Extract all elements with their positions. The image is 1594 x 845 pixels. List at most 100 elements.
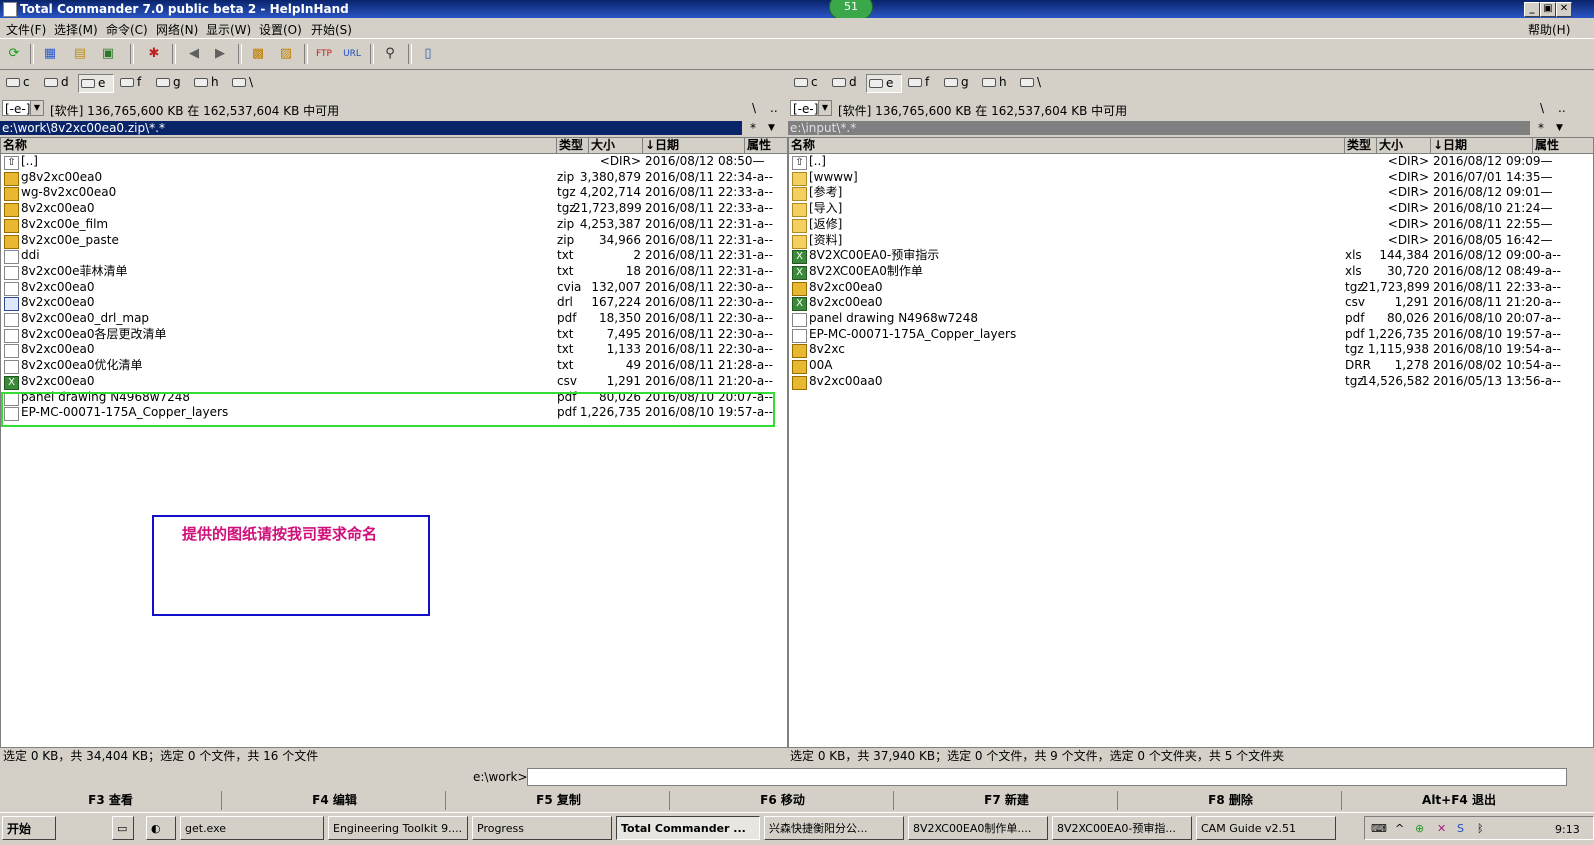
- left-file-list[interactable]: 名称 类型 大小 ↓日期 属性 ⇧ [..] <DIR> 2016/08/12 08:…: [0, 137, 788, 748]
- right-up-button[interactable]: ..: [1558, 101, 1566, 115]
- command-input[interactable]: [527, 768, 1567, 786]
- drive-h-button[interactable]: h: [980, 74, 1007, 91]
- file-row[interactable]: wg-8v2xc00ea0 tgz 4,202,714 2016/08/11 22:3…: [1, 185, 787, 202]
- right-history-star[interactable]: *: [1538, 121, 1544, 135]
- file-row[interactable]: 00A DRR 1,278 2016/08/02 10:54-a--: [789, 358, 1593, 375]
- column-name[interactable]: 名称: [1, 138, 557, 153]
- notification-badge[interactable]: 51: [829, 0, 873, 20]
- drive-g-button[interactable]: g: [154, 74, 181, 91]
- f3-view-button[interactable]: F3 查看: [0, 791, 222, 810]
- drive-c-button[interactable]: c: [792, 74, 818, 91]
- file-row[interactable]: g8v2xc00ea0 zip 3,380,879 2016/08/11 22:34-…: [1, 170, 787, 186]
- menu-select[interactable]: 选择(M): [54, 21, 98, 38]
- taskbar-item[interactable]: get.exe: [180, 816, 324, 840]
- tray-x-icon[interactable]: ✕: [1437, 822, 1446, 835]
- right-file-list[interactable]: 名称 类型 大小 ↓日期 属性 ⇧ [..] <DIR> 2016/08/12 09:…: [788, 137, 1594, 748]
- url-icon[interactable]: URL: [342, 44, 362, 64]
- network-drive-button[interactable]: \: [230, 74, 253, 91]
- file-row[interactable]: 8v2xc00e_paste zip 34,966 2016/08/11 22:31-…: [1, 233, 787, 249]
- notepad-icon[interactable]: ▯: [418, 44, 438, 64]
- close-button[interactable]: ✕: [1556, 2, 1572, 17]
- f4-edit-button[interactable]: F4 编辑: [224, 791, 446, 810]
- left-drive-combo[interactable]: [-e-] ▼: [2, 100, 44, 116]
- column-type[interactable]: 类型: [1345, 138, 1377, 153]
- file-row[interactable]: panel drawing N4968w7248 pdf 80,026 2016/08…: [789, 311, 1593, 327]
- column-size[interactable]: 大小: [1377, 138, 1431, 153]
- pack-files-icon[interactable]: ▩: [248, 44, 268, 64]
- left-history-chevron-icon[interactable]: ▼: [768, 121, 775, 135]
- file-row[interactable]: [wwww] <DIR> 2016/07/01 14:35—: [789, 170, 1593, 186]
- file-row[interactable]: ddi txt 2 2016/08/11 22:31-a--: [1, 248, 787, 265]
- chevron-down-icon[interactable]: ▼: [818, 101, 831, 115]
- drive-d-button[interactable]: d: [830, 74, 857, 91]
- file-row[interactable]: 8v2xc00ea0 tgz 21,723,899 2016/08/11 22:33-…: [1, 201, 787, 218]
- menu-help[interactable]: 帮助(H): [1528, 21, 1570, 38]
- start-button[interactable]: 开始: [2, 816, 56, 840]
- file-row[interactable]: ⇧ [..] <DIR> 2016/08/12 09:09—: [789, 154, 1593, 170]
- quicklaunch-browser-icon[interactable]: ◐: [146, 816, 176, 840]
- file-row[interactable]: 8v2xc00ea0 txt 1,133 2016/08/11 22:30-a--: [1, 342, 787, 359]
- menu-commands[interactable]: 命令(C): [106, 21, 148, 38]
- full-view-icon[interactable]: ▤: [70, 44, 90, 64]
- column-attr[interactable]: 属性: [745, 138, 787, 153]
- taskbar-item[interactable]: 8V2XC00EA0-预审指...: [1052, 816, 1192, 840]
- file-row[interactable]: 8v2xc tgz 1,115,938 2016/08/10 19:54-a--: [789, 342, 1593, 359]
- file-row[interactable]: 8v2xc00ea0 cvia 132,007 2016/08/11 22:30-a-…: [1, 280, 787, 296]
- thumbnail-view-icon[interactable]: ▣: [98, 44, 118, 64]
- left-root-button[interactable]: \: [752, 101, 756, 115]
- tray-s-icon[interactable]: S: [1457, 822, 1464, 835]
- file-row[interactable]: ⇧ [..] <DIR> 2016/08/12 08:50—: [1, 154, 787, 170]
- file-row[interactable]: 8v2xc00ea0各层更改清单 txt 7,495 2016/08/11 22:30…: [1, 327, 787, 343]
- f6-move-button[interactable]: F6 移动: [672, 791, 894, 810]
- f8-delete-button[interactable]: F8 删除: [1120, 791, 1342, 810]
- left-up-button[interactable]: ..: [770, 101, 778, 115]
- left-history-star[interactable]: *: [750, 121, 756, 135]
- column-date[interactable]: ↓日期: [643, 138, 745, 153]
- column-type[interactable]: 类型: [557, 138, 589, 153]
- drive-g-button[interactable]: g: [942, 74, 969, 91]
- file-row[interactable]: 8v2xc00e_film zip 4,253,387 2016/08/11 22:3…: [1, 217, 787, 233]
- minimize-button[interactable]: _: [1524, 2, 1540, 17]
- tray-bluetooth-icon[interactable]: ᛒ: [1477, 822, 1484, 835]
- file-row[interactable]: 8v2xc00aa0 tgz 14,526,582 2016/05/13 13:56-…: [789, 374, 1593, 390]
- menu-start[interactable]: 开始(S): [311, 21, 352, 38]
- tray-expand-icon[interactable]: ^: [1395, 822, 1404, 835]
- file-row[interactable]: X 8V2XC00EA0-预审指示 xls 144,384 2016/08/12 09:…: [789, 248, 1593, 265]
- alt-f4-exit-button[interactable]: Alt+F4 退出: [1348, 791, 1570, 810]
- brief-view-icon[interactable]: ▦: [40, 44, 60, 64]
- ftp-icon[interactable]: FTP: [314, 44, 334, 64]
- taskbar-item[interactable]: 8V2XC00EA0制作单....: [908, 816, 1048, 840]
- drive-e-button[interactable]: e: [78, 74, 114, 93]
- drive-f-button[interactable]: f: [118, 74, 141, 91]
- file-row[interactable]: X 8V2XC00EA0制作单 xls 30,720 2016/08/12 08:49-…: [789, 264, 1593, 280]
- file-row[interactable]: [返修] <DIR> 2016/08/11 22:55—: [789, 217, 1593, 233]
- left-path-bar[interactable]: e:\work\8v2xc00ea0.zip\*.*: [0, 121, 742, 135]
- refresh-icon[interactable]: ⟳: [4, 44, 24, 64]
- column-name[interactable]: 名称: [789, 138, 1345, 153]
- file-row[interactable]: [导入] <DIR> 2016/08/10 21:24—: [789, 201, 1593, 218]
- file-row[interactable]: 8v2xc00e菲林清单 txt 18 2016/08/11 22:31-a--: [1, 264, 787, 280]
- taskbar-item-active[interactable]: Total Commander ...: [616, 816, 760, 840]
- file-row[interactable]: X 8v2xc00ea0 csv 1,291 2016/08/11 21:20-a--: [789, 295, 1593, 312]
- chevron-down-icon[interactable]: ▼: [30, 101, 43, 115]
- file-row[interactable]: 8v2xc00ea0 drl 167,224 2016/08/11 22:30-a--: [1, 295, 787, 312]
- file-row[interactable]: 8v2xc00ea0优化清单 txt 49 2016/08/11 21:28-a--: [1, 358, 787, 375]
- drive-h-button[interactable]: h: [192, 74, 219, 91]
- column-attr[interactable]: 属性: [1533, 138, 1593, 153]
- column-size[interactable]: 大小: [589, 138, 643, 153]
- keyboard-icon[interactable]: ⌨: [1371, 822, 1387, 835]
- file-row[interactable]: 8v2xc00ea0 tgz 21,723,899 2016/08/11 22:33-…: [789, 280, 1593, 296]
- right-history-chevron-icon[interactable]: ▼: [1556, 121, 1563, 135]
- file-row[interactable]: EP-MC-00071-175A_Copper_layers pdf 1,226,7…: [789, 327, 1593, 343]
- unpack-files-icon[interactable]: ▨: [276, 44, 296, 64]
- right-drive-combo[interactable]: [-e-] ▼: [790, 100, 832, 116]
- f7-new-folder-button[interactable]: F7 新建: [896, 791, 1118, 810]
- column-date[interactable]: ↓日期: [1431, 138, 1533, 153]
- menu-settings[interactable]: 设置(O): [259, 21, 302, 38]
- file-row[interactable]: X 8v2xc00ea0 csv 1,291 2016/08/11 21:20-a--: [1, 374, 787, 390]
- menu-network[interactable]: 网络(N): [156, 21, 198, 38]
- f5-copy-button[interactable]: F5 复制: [448, 791, 670, 810]
- taskbar-item[interactable]: Progress: [472, 816, 612, 840]
- menu-show[interactable]: 显示(W): [206, 21, 251, 38]
- right-path-bar[interactable]: e:\input\*.*: [788, 121, 1530, 135]
